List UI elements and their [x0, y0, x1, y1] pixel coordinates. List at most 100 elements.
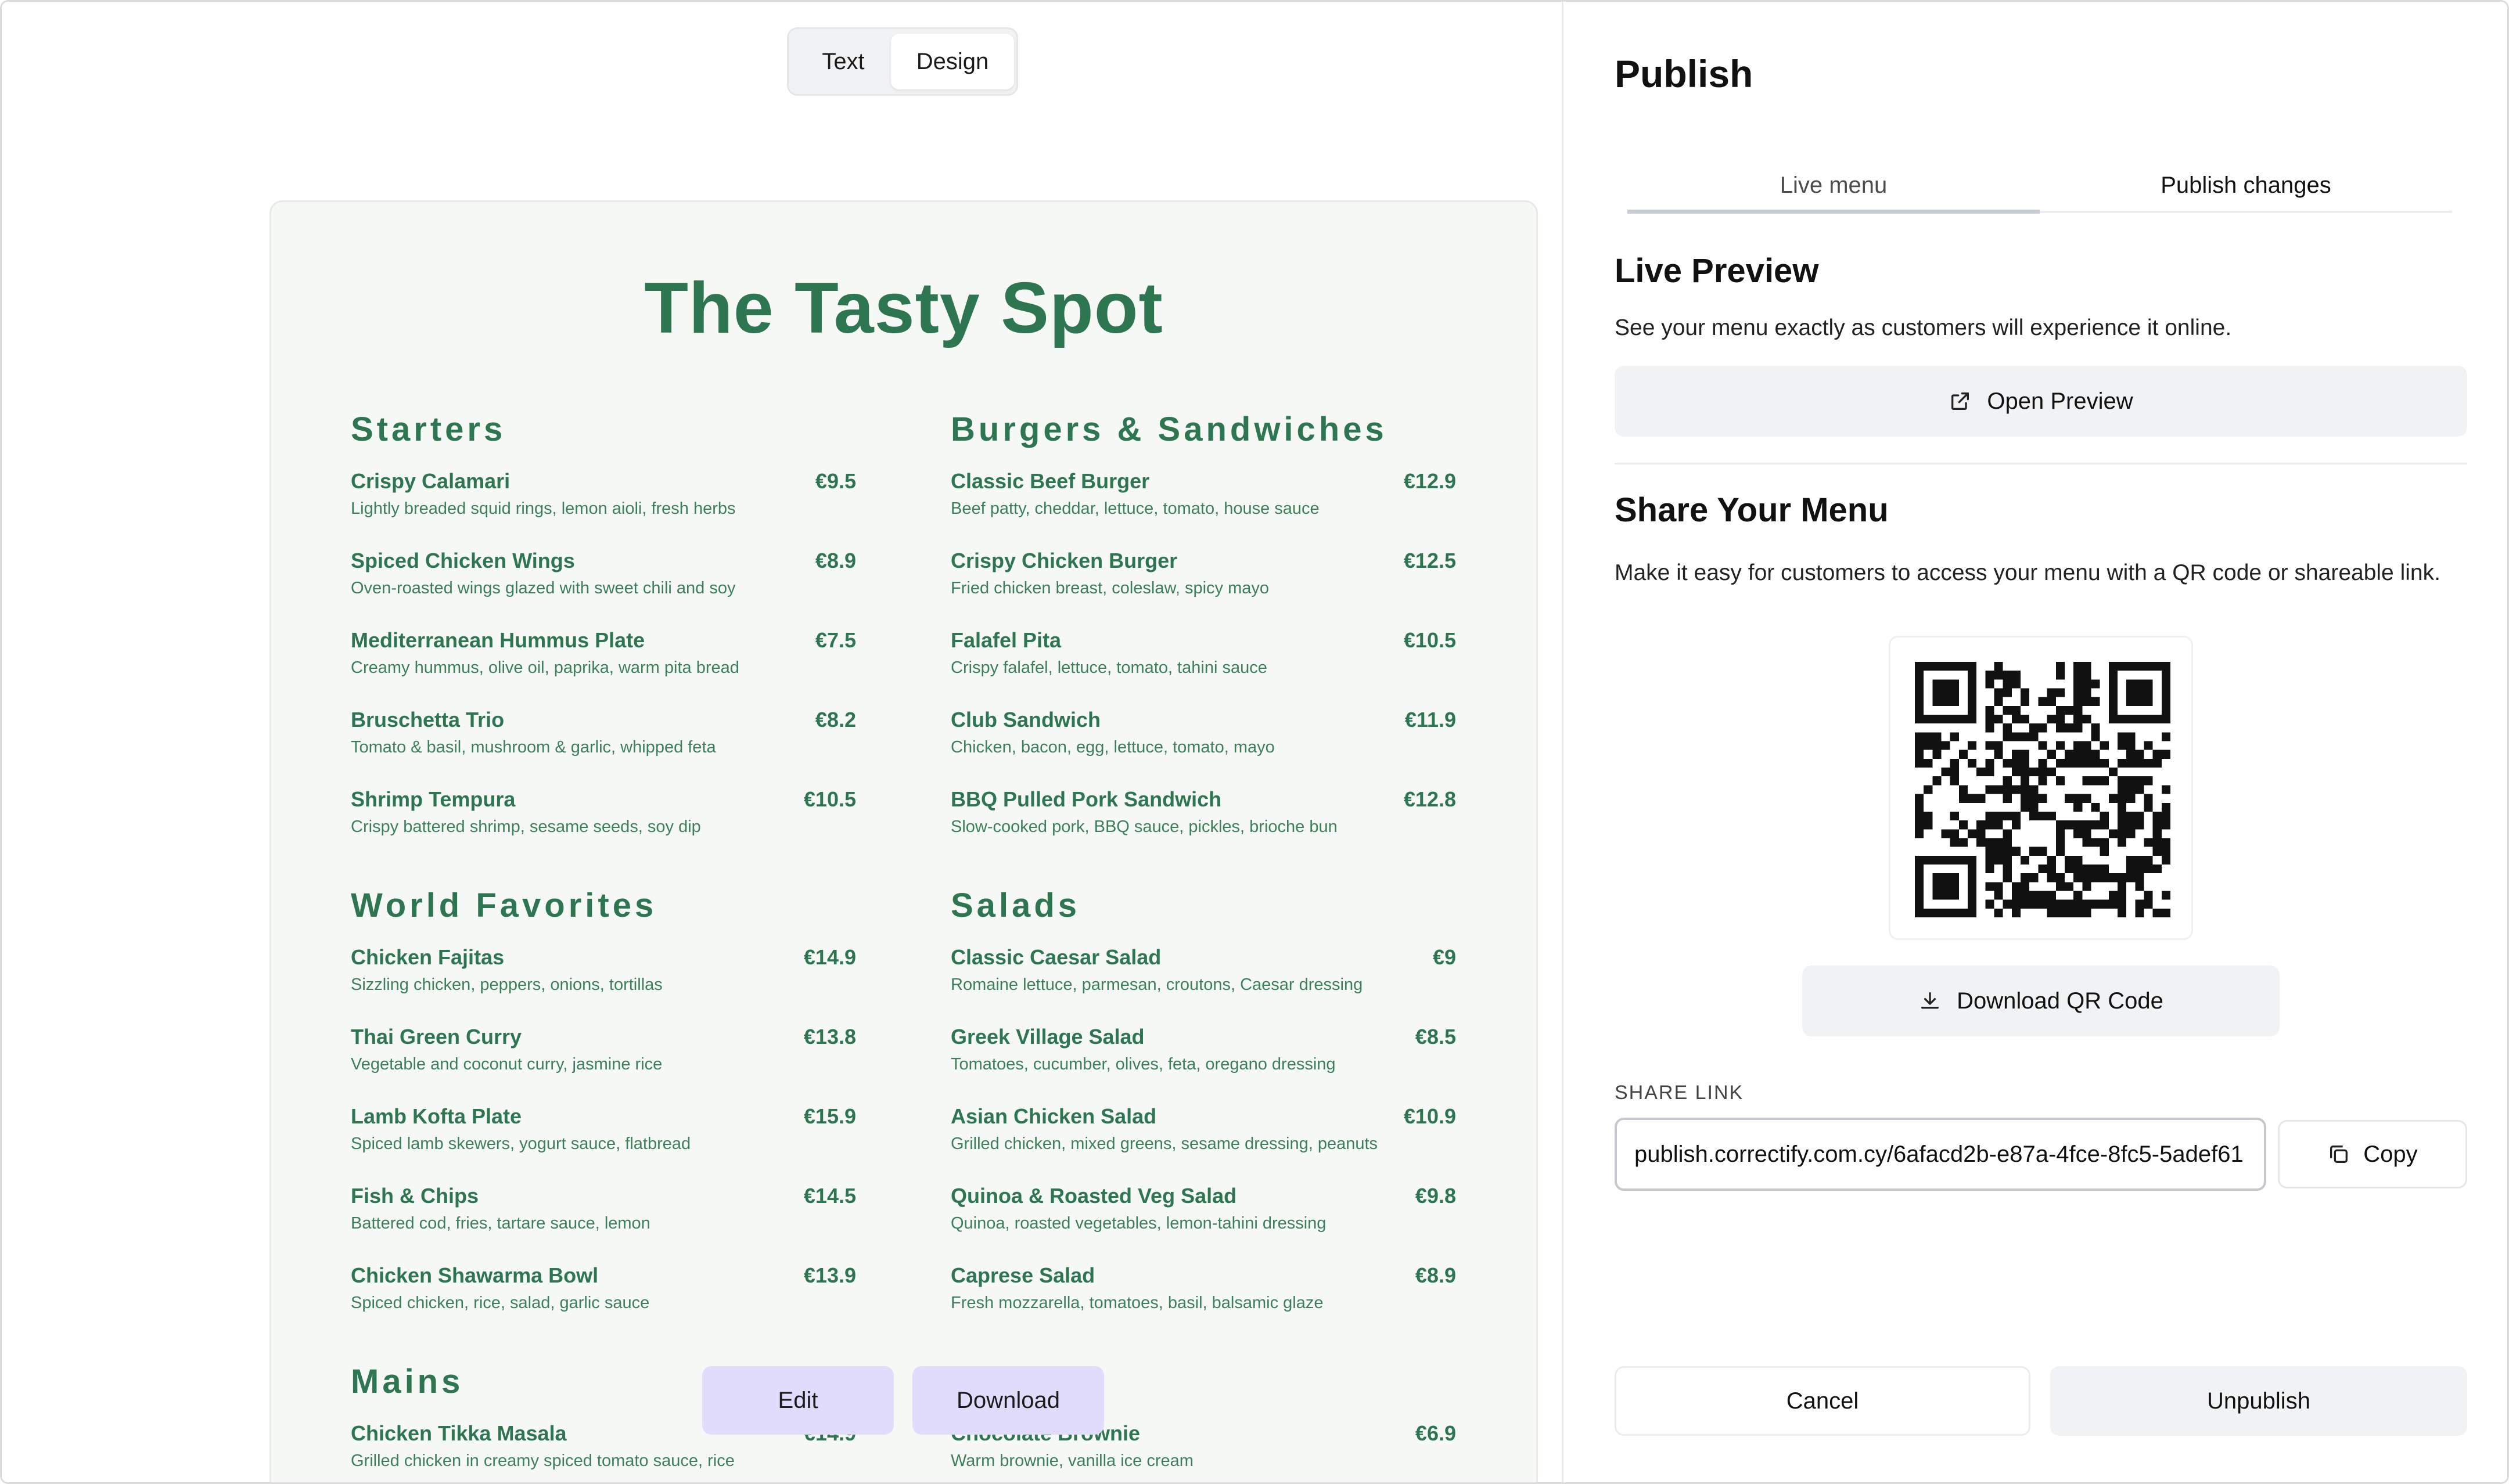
menu-item: Thai Green Curry €13.8 Vegetable and coc… — [351, 1025, 856, 1089]
item-description: Vegetable and coconut curry, jasmine ric… — [351, 1055, 663, 1074]
copy-label: Copy — [2363, 1141, 2418, 1167]
item-price: €14.5 — [803, 1184, 856, 1208]
item-description: Quinoa, roasted vegetables, lemon-tahini… — [951, 1214, 1327, 1233]
menu-item: Shrimp Tempura €10.5 Crispy battered shr… — [351, 787, 856, 851]
qr-code — [1889, 636, 2193, 940]
menu-item: BBQ Pulled Pork Sandwich €12.8 Slow-cook… — [951, 787, 1456, 851]
menu-item: Crispy Chicken Burger €12.5 Fried chicke… — [951, 549, 1456, 613]
item-price: €8.5 — [1415, 1025, 1456, 1049]
live-preview-heading: Live Preview — [1615, 252, 1819, 290]
item-description: Romaine lettuce, parmesan, croutons, Cae… — [951, 975, 1363, 994]
section-heading-mains: Mains — [351, 1363, 464, 1400]
item-name: Falafel Pita — [951, 628, 1062, 652]
item-price: €12.9 — [1403, 469, 1456, 493]
section-divider — [1615, 463, 2467, 464]
item-description: Warm brownie, vanilla ice cream — [951, 1451, 1194, 1470]
design-canvas: Text Design The Tasty Spot Starters Cris… — [2, 2, 1562, 1482]
menu-item: Caprese Salad €8.9 Fresh mozzarella, tom… — [951, 1263, 1456, 1327]
item-description: Chicken, bacon, egg, lettuce, tomato, ma… — [951, 738, 1275, 757]
menu-item: Bruschetta Trio €8.2 Tomato & basil, mus… — [351, 708, 856, 772]
item-name: Thai Green Curry — [351, 1025, 522, 1049]
download-qr-button[interactable]: Download QR Code — [1802, 966, 2280, 1036]
item-description: Fried chicken breast, coleslaw, spicy ma… — [951, 579, 1269, 597]
unpublish-button[interactable]: Unpublish — [2050, 1366, 2467, 1436]
text-mode-tab[interactable]: Text — [793, 34, 893, 89]
item-description: Grilled chicken in creamy spiced tomato … — [351, 1451, 735, 1470]
section-heading-world-favorites: World Favorites — [351, 887, 657, 924]
item-name: Quinoa & Roasted Veg Salad — [951, 1184, 1237, 1208]
item-description: Oven-roasted wings glazed with sweet chi… — [351, 579, 736, 597]
item-price: €13.9 — [803, 1263, 856, 1287]
panel-title: Publish — [1615, 52, 1753, 95]
item-price: €10.9 — [1403, 1104, 1456, 1128]
item-price: €8.2 — [815, 708, 856, 732]
menu-item: Club Sandwich €11.9 Chicken, bacon, egg,… — [951, 708, 1456, 772]
item-description: Lightly breaded squid rings, lemon aioli… — [351, 499, 736, 518]
item-name: Bruschetta Trio — [351, 708, 505, 732]
item-name: Classic Beef Burger — [951, 469, 1150, 493]
share-link-field[interactable] — [1615, 1118, 2266, 1191]
item-name: Crispy Chicken Burger — [951, 549, 1178, 572]
item-price: €9.5 — [815, 469, 856, 493]
item-description: Crispy falafel, lettuce, tomato, tahini … — [951, 658, 1267, 677]
item-price: €7.5 — [815, 628, 856, 652]
mode-toggle: Text Design — [787, 27, 1018, 96]
item-description: Spiced lamb skewers, yogurt sauce, flatb… — [351, 1134, 691, 1153]
menu-preview-card: The Tasty Spot Starters Crispy Calamari … — [269, 200, 1538, 1482]
menu-item: Chicken Fajitas €14.9 Sizzling chicken, … — [351, 945, 856, 1009]
menu-title: The Tasty Spot — [644, 268, 1163, 348]
section-heading-salads: Salads — [951, 887, 1080, 924]
item-name: Crispy Calamari — [351, 469, 511, 493]
tab-live-menu[interactable]: Live menu — [1627, 157, 2040, 213]
item-price: €9 — [1432, 945, 1456, 969]
section-heading-starters: Starters — [351, 410, 506, 448]
item-description: Slow-cooked pork, BBQ sauce, pickles, br… — [951, 817, 1338, 836]
item-price: €8.9 — [1415, 1263, 1456, 1287]
external-link-icon — [1949, 390, 1972, 413]
item-price: €13.8 — [803, 1025, 856, 1049]
item-description: Beef patty, cheddar, lettuce, tomato, ho… — [951, 499, 1320, 518]
copy-link-button[interactable]: Copy — [2278, 1120, 2467, 1188]
live-preview-description: See your menu exactly as customers will … — [1615, 315, 2232, 340]
edit-button[interactable]: Edit — [702, 1366, 894, 1435]
share-menu-description: Make it easy for customers to access you… — [1615, 560, 2440, 585]
open-preview-button[interactable]: Open Preview — [1615, 366, 2467, 437]
item-price: €8.9 — [815, 549, 856, 572]
download-icon — [1918, 989, 1942, 1013]
design-mode-tab[interactable]: Design — [891, 34, 1014, 89]
item-name: BBQ Pulled Pork Sandwich — [951, 787, 1222, 811]
menu-item: Falafel Pita €10.5 Crispy falafel, lettu… — [951, 628, 1456, 692]
menu-item: Fish & Chips €14.5 Battered cod, fries, … — [351, 1184, 856, 1248]
app-window: Text Design The Tasty Spot Starters Cris… — [0, 0, 2509, 1484]
item-name: Classic Caesar Salad — [951, 945, 1162, 969]
menu-item: Asian Chicken Salad €10.9 Grilled chicke… — [951, 1104, 1456, 1168]
item-price: €14.9 — [803, 945, 856, 969]
menu-item: Classic Caesar Salad €9 Romaine lettuce,… — [951, 945, 1456, 1009]
menu-item: Chicken Shawarma Bowl €13.9 Spiced chick… — [351, 1263, 856, 1327]
item-name: Fish & Chips — [351, 1184, 479, 1208]
item-description: Creamy hummus, olive oil, paprika, warm … — [351, 658, 739, 677]
item-name: Greek Village Salad — [951, 1025, 1145, 1049]
item-description: Tomato & basil, mushroom & garlic, whipp… — [351, 738, 716, 757]
item-name: Club Sandwich — [951, 708, 1101, 732]
item-name: Shrimp Tempura — [351, 787, 516, 811]
item-description: Spiced chicken, rice, salad, garlic sauc… — [351, 1294, 650, 1312]
download-button[interactable]: Download — [912, 1366, 1104, 1435]
menu-item: Greek Village Salad €8.5 Tomatoes, cucum… — [951, 1025, 1456, 1089]
item-price: €12.5 — [1403, 549, 1456, 572]
item-name: Spiced Chicken Wings — [351, 549, 575, 572]
item-description: Crispy battered shrimp, sesame seeds, so… — [351, 817, 701, 836]
download-qr-label: Download QR Code — [1957, 988, 2163, 1014]
item-price: €6.9 — [1415, 1421, 1456, 1445]
item-name: Asian Chicken Salad — [951, 1104, 1157, 1128]
item-description: Sizzling chicken, peppers, onions, torti… — [351, 975, 663, 994]
cancel-button[interactable]: Cancel — [1615, 1366, 2030, 1436]
publish-tabs: Live menu Publish changes — [1627, 157, 2452, 215]
tab-publish-changes[interactable]: Publish changes — [2040, 157, 2452, 213]
qr-code-image — [1915, 662, 2170, 917]
item-description: Tomatoes, cucumber, olives, feta, oregan… — [951, 1055, 1336, 1074]
item-name: Chicken Tikka Masala — [351, 1421, 567, 1445]
item-price: €15.9 — [803, 1104, 856, 1128]
publish-panel: Publish Live menu Publish changes Live P… — [1563, 2, 2507, 1482]
item-name: Caprese Salad — [951, 1263, 1095, 1287]
